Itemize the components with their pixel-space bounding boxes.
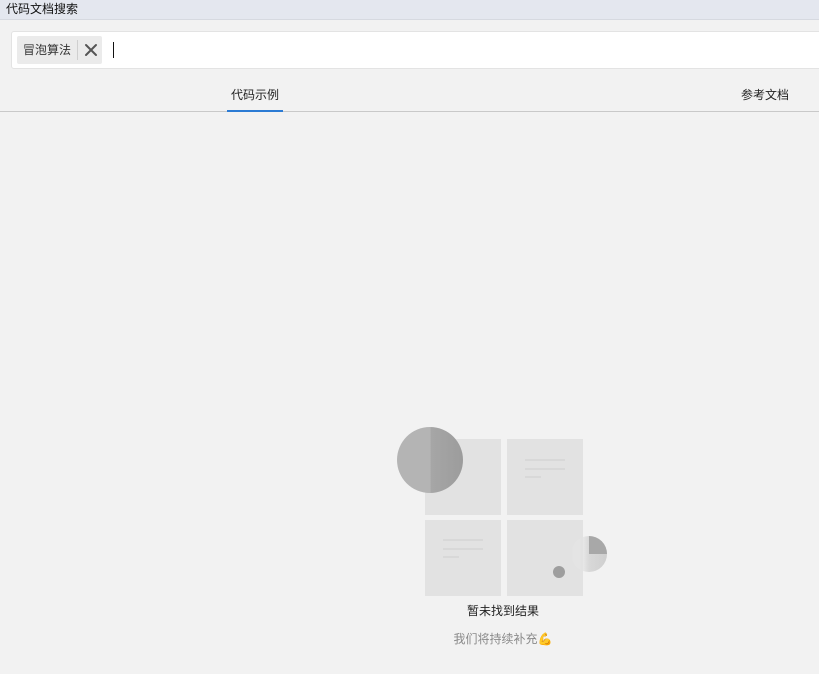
- window-title: 代码文档搜索: [6, 2, 79, 16]
- app-window: 代码文档搜索 冒泡算法 代码示例 参考文档 暂未找到结果 我们将持续补充💪: [0, 0, 819, 674]
- empty-state-subtitle: 我们将持续补充💪: [453, 632, 553, 646]
- close-icon: [85, 44, 98, 56]
- text-caret: [113, 42, 114, 58]
- search-tag-label: 冒泡算法: [23, 43, 72, 57]
- tag-remove-button[interactable]: [80, 36, 102, 64]
- tab-reference-docs[interactable]: 参考文档: [741, 86, 789, 112]
- result-tabs: 代码示例 参考文档: [0, 78, 819, 112]
- search-tag: 冒泡算法: [17, 36, 103, 64]
- tab-code-examples[interactable]: 代码示例: [227, 86, 283, 112]
- search-input[interactable]: [110, 37, 790, 63]
- tab-reference-docs-label: 参考文档: [741, 88, 790, 102]
- search-bar[interactable]: 冒泡算法: [11, 31, 819, 69]
- empty-state-title: 暂未找到结果: [466, 604, 539, 618]
- empty-results-illustration: [397, 427, 607, 596]
- tag-divider: [77, 40, 79, 60]
- title-bar: 代码文档搜索: [0, 0, 819, 20]
- tab-code-examples-label: 代码示例: [231, 88, 280, 102]
